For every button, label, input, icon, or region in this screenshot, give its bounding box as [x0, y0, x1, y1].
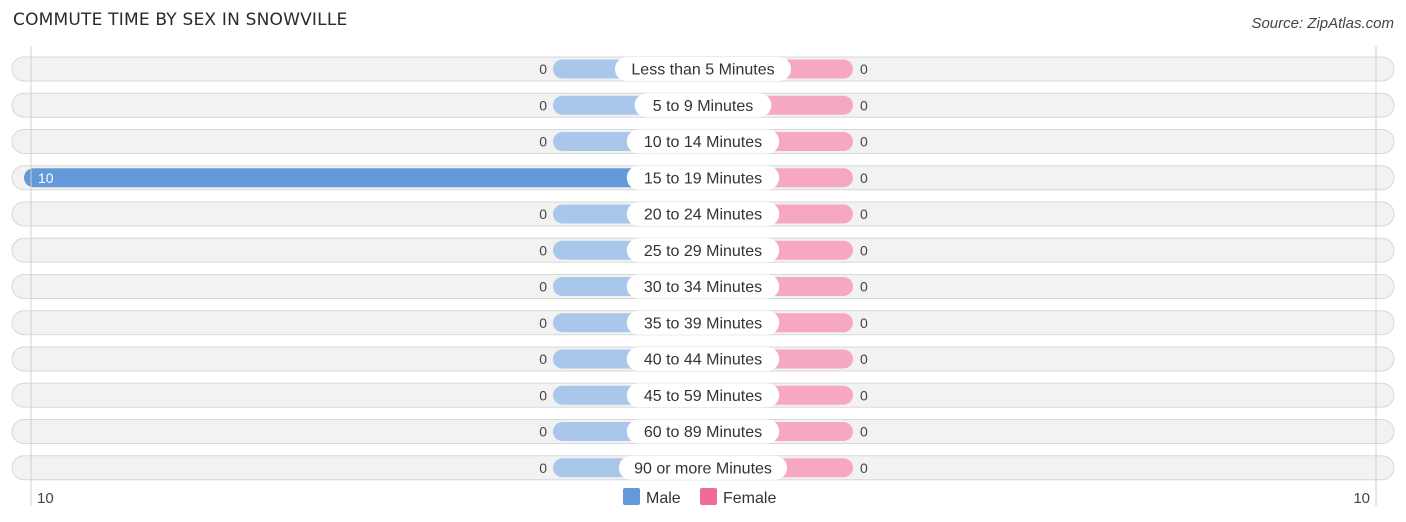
female-value-label: 0 — [860, 351, 868, 367]
table-row: 40 to 44 Minutes 0 0 — [11, 346, 1395, 372]
category-label: Less than 5 Minutes — [631, 62, 774, 79]
table-row: 20 to 24 Minutes 0 0 — [11, 201, 1395, 227]
category-label: 5 to 9 Minutes — [653, 98, 754, 115]
category-label: 45 to 59 Minutes — [644, 388, 762, 405]
table-row: 10 to 14 Minutes 0 0 — [11, 129, 1395, 154]
table-row: 15 to 19 Minutes 10 0 — [11, 165, 1395, 191]
category-label: 15 to 19 Minutes — [644, 170, 762, 187]
axis-left-label: 10 — [37, 490, 54, 507]
male-bar — [24, 168, 703, 188]
legend-female-swatch — [700, 488, 717, 505]
male-value-label: 0 — [539, 424, 547, 440]
female-value-label: 0 — [860, 97, 868, 113]
category-label: 30 to 34 Minutes — [644, 279, 762, 296]
male-value-label: 0 — [539, 242, 547, 258]
female-value-label: 0 — [860, 134, 868, 150]
female-value-label: 0 — [860, 460, 868, 476]
table-row: 25 to 29 Minutes 0 0 — [11, 237, 1395, 263]
female-value-label: 0 — [860, 170, 868, 186]
table-row: 30 to 34 Minutes 0 0 — [11, 274, 1395, 299]
male-value-label: 0 — [539, 351, 547, 367]
table-row: 35 to 39 Minutes 0 0 — [11, 310, 1395, 336]
male-value-label: 0 — [539, 61, 547, 77]
category-label: 25 to 29 Minutes — [644, 243, 762, 260]
male-value-label: 10 — [38, 170, 54, 186]
male-value-label: 0 — [539, 134, 547, 150]
table-row: Less than 5 Minutes 0 0 — [11, 56, 1395, 82]
legend-female-label: Female — [723, 490, 776, 507]
female-value-label: 0 — [860, 61, 868, 77]
female-value-label: 0 — [860, 387, 868, 403]
legend: Male Female — [623, 488, 776, 507]
axis-right-label: 10 — [1353, 490, 1370, 507]
category-label: 90 or more Minutes — [634, 460, 772, 477]
category-label: 10 to 14 Minutes — [644, 134, 762, 151]
table-row: 90 or more Minutes 0 0 — [11, 455, 1395, 481]
category-label: 35 to 39 Minutes — [644, 315, 762, 332]
chart: Less than 5 Minutes0 05 to 9 Minutes0 010 … — [11, 46, 1395, 507]
male-value-label: 0 — [539, 279, 547, 295]
category-label: 60 to 89 Minutes — [644, 424, 762, 441]
female-value-label: 0 — [860, 206, 868, 222]
category-label: 20 to 24 Minutes — [644, 207, 762, 224]
table-row: 60 to 89 Minutes 0 0 — [11, 419, 1395, 444]
female-value-label: 0 — [860, 424, 868, 440]
male-value-label: 0 — [539, 387, 547, 403]
table-row: 45 to 59 Minutes 0 0 — [11, 382, 1395, 408]
legend-male-swatch — [623, 488, 640, 505]
female-value-label: 0 — [860, 279, 868, 295]
legend-male-label: Male — [646, 490, 681, 507]
male-value-label: 0 — [539, 97, 547, 113]
male-value-label: 0 — [539, 315, 547, 331]
female-value-label: 0 — [860, 242, 868, 258]
female-value-label: 0 — [860, 315, 868, 331]
male-value-label: 0 — [539, 460, 547, 476]
male-value-label: 0 — [539, 206, 547, 222]
table-row: 5 to 9 Minutes 0 0 — [11, 92, 1395, 118]
category-label: 40 to 44 Minutes — [644, 352, 762, 369]
